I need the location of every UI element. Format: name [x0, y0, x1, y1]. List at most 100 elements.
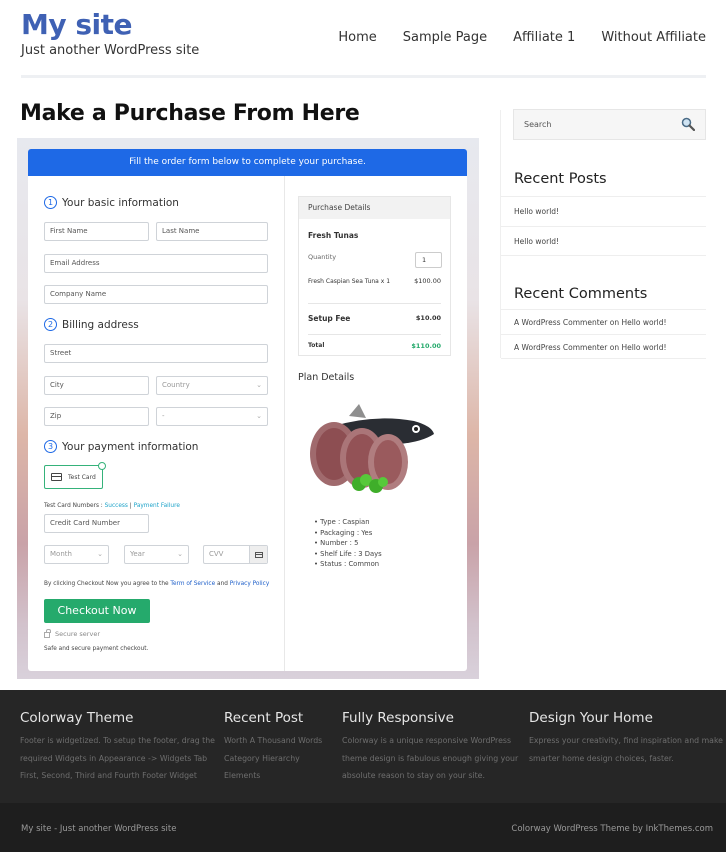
plan-detail-item: Packaging : Yes: [314, 528, 382, 539]
nav-sample-page[interactable]: Sample Page: [403, 30, 487, 45]
footer-bottom-bar: My site - Just another WordPress site Co…: [0, 803, 726, 852]
country-select[interactable]: Country ⌄: [156, 376, 268, 395]
footer-credit-link[interactable]: Colorway WordPress Theme by InkThemes.co…: [511, 824, 713, 834]
footer-col-title: Recent Post: [224, 710, 304, 726]
payment-method-test-card[interactable]: Test Card: [44, 462, 106, 489]
payment-method-label: Test Card: [68, 473, 96, 481]
email-input[interactable]: Email Address: [44, 254, 268, 273]
lock-icon: [44, 629, 51, 638]
footer-col-text: theme design is fabulous enough giving y…: [342, 753, 519, 763]
footer-col-text: Footer is widgetized. To setup the foote…: [20, 736, 215, 745]
secure-server-label: Secure server: [55, 630, 100, 638]
total-label: Total: [308, 342, 325, 349]
recent-comment-link[interactable]: A WordPress Commenter on Hello world!: [501, 334, 706, 359]
state-select[interactable]: - ⌄: [156, 407, 268, 426]
nav-without-affiliate[interactable]: Without Affiliate: [601, 30, 706, 45]
main-nav: Home Sample Page Affiliate 1 Without Aff…: [312, 30, 706, 45]
footer-widgets: Colorway Theme Footer is widgetized. To …: [0, 690, 726, 803]
line-item-label: Fresh Caspian Sea Tuna x 1: [308, 278, 391, 285]
zip-input[interactable]: Zip: [44, 407, 149, 426]
purchase-details-box: Purchase Details Fresh Tunas Quantity 1 …: [298, 196, 451, 356]
nav-affiliate-1[interactable]: Affiliate 1: [513, 30, 575, 45]
search-placeholder: Search: [524, 120, 552, 129]
footer-col-text: smarter home design choices, faster.: [529, 753, 674, 763]
footer-col-title: Design Your Home: [529, 710, 653, 726]
recent-posts-title: Recent Posts: [514, 171, 607, 187]
footer-post-link[interactable]: Category Hierarchy: [224, 750, 334, 768]
section-title: Billing address: [62, 318, 139, 331]
footer-col-text: required Widgets in Appearance -> Widget…: [20, 753, 208, 763]
test-failure-link[interactable]: Payment Failure: [134, 503, 180, 509]
chevron-down-icon: ⌄: [97, 550, 103, 558]
footer-site-link[interactable]: My site - Just another WordPress site: [21, 824, 176, 834]
company-input[interactable]: Company Name: [44, 285, 268, 304]
plan-details-heading: Plan Details: [298, 372, 355, 383]
form-left-column: 1 Your basic information First Name Last…: [28, 176, 285, 671]
step-number-icon: 2: [44, 318, 57, 331]
state-select-value: -: [162, 412, 165, 420]
agreement-text: By clicking Checkout Now you agree to th…: [44, 581, 269, 587]
country-select-value: Country: [162, 381, 190, 389]
terms-link[interactable]: Term of Service: [170, 581, 215, 587]
recent-comments-title: Recent Comments: [514, 286, 648, 302]
test-success-link[interactable]: Success: [105, 503, 128, 509]
cvv-input[interactable]: CVV: [203, 545, 268, 564]
footer-col-text: absolute reason to stay on your site.: [342, 771, 485, 780]
form-banner: Fill the order form below to complete yo…: [28, 149, 467, 176]
site-tagline: Just another WordPress site: [21, 43, 200, 58]
quantity-input[interactable]: 1: [415, 252, 442, 268]
step-number-icon: 3: [44, 440, 57, 453]
last-name-input[interactable]: Last Name: [156, 222, 268, 241]
footer-post-link[interactable]: Worth A Thousand Words: [224, 732, 334, 750]
chevron-down-icon: ⌄: [177, 550, 183, 558]
purchase-details-heading: Purchase Details: [299, 197, 450, 219]
recent-post-link[interactable]: Hello world!: [501, 226, 706, 256]
year-select[interactable]: Year ⌄: [124, 545, 189, 564]
footer-post-link[interactable]: Elements: [224, 767, 334, 785]
section-payment: 3 Your payment information: [44, 440, 198, 453]
agreement-prefix: By clicking Checkout Now you agree to th…: [44, 581, 171, 587]
recent-post-link[interactable]: Hello world!: [501, 196, 706, 226]
card-number-input[interactable]: Credit Card Number: [44, 514, 149, 533]
page-title: Make a Purchase From Here: [20, 101, 360, 126]
section-title: Your basic information: [62, 196, 179, 209]
section-title: Your payment information: [62, 440, 199, 453]
recent-comment-link[interactable]: A WordPress Commenter on Hello world!: [501, 309, 706, 334]
plan-details-list: Type : Caspian Packaging : Yes Number : …: [314, 517, 382, 570]
order-form-frame: Fill the order form below to complete yo…: [17, 138, 479, 679]
site-title[interactable]: My site: [21, 8, 133, 41]
search-input[interactable]: Search: [513, 109, 706, 140]
month-select[interactable]: Month ⌄: [44, 545, 109, 564]
footer-col-recent-post: Recent Post Worth A Thousand Words Categ…: [224, 710, 334, 785]
credit-card-icon: [249, 546, 267, 563]
setup-fee-label: Setup Fee: [308, 314, 351, 323]
credit-card-icon: [51, 473, 62, 481]
footer-col-colorway: Colorway Theme Footer is widgetized. To …: [20, 710, 220, 785]
test-card-numbers: Test Card Numbers : Success | Payment Fa…: [44, 503, 180, 509]
plan-detail-item: Shelf Life : 3 Days: [314, 549, 382, 560]
footer-col-title: Colorway Theme: [20, 710, 134, 726]
footer-col-design: Design Your Home Express your creativity…: [529, 710, 724, 767]
total-amount: $110.00: [411, 342, 441, 350]
footer-col-text: First, Second, Third and Fourth Footer W…: [20, 771, 197, 780]
quantity-label: Quantity: [308, 253, 337, 261]
first-name-input[interactable]: First Name: [44, 222, 149, 241]
safe-checkout-text: Safe and secure payment checkout.: [44, 646, 149, 652]
city-input[interactable]: City: [44, 376, 149, 395]
search-icon[interactable]: [681, 117, 695, 131]
cvv-placeholder: CVV: [209, 550, 224, 558]
plan-detail-item: Type : Caspian: [314, 517, 382, 528]
plan-detail-item: Number : 5: [314, 538, 382, 549]
chevron-down-icon: ⌄: [256, 412, 262, 420]
footer-col-text: Express your creativity, find inspiratio…: [529, 736, 723, 745]
street-input[interactable]: Street: [44, 344, 268, 363]
secure-server: Secure server: [44, 629, 100, 638]
plan-detail-item: Status : Common: [314, 559, 382, 570]
agreement-and: and: [215, 581, 230, 587]
order-form-card: Fill the order form below to complete yo…: [28, 149, 467, 671]
divider: [308, 334, 441, 335]
privacy-link[interactable]: Privacy Policy: [230, 581, 270, 587]
checkout-now-button[interactable]: Checkout Now: [44, 599, 150, 623]
section-billing: 2 Billing address: [44, 318, 139, 331]
nav-home[interactable]: Home: [338, 30, 376, 45]
